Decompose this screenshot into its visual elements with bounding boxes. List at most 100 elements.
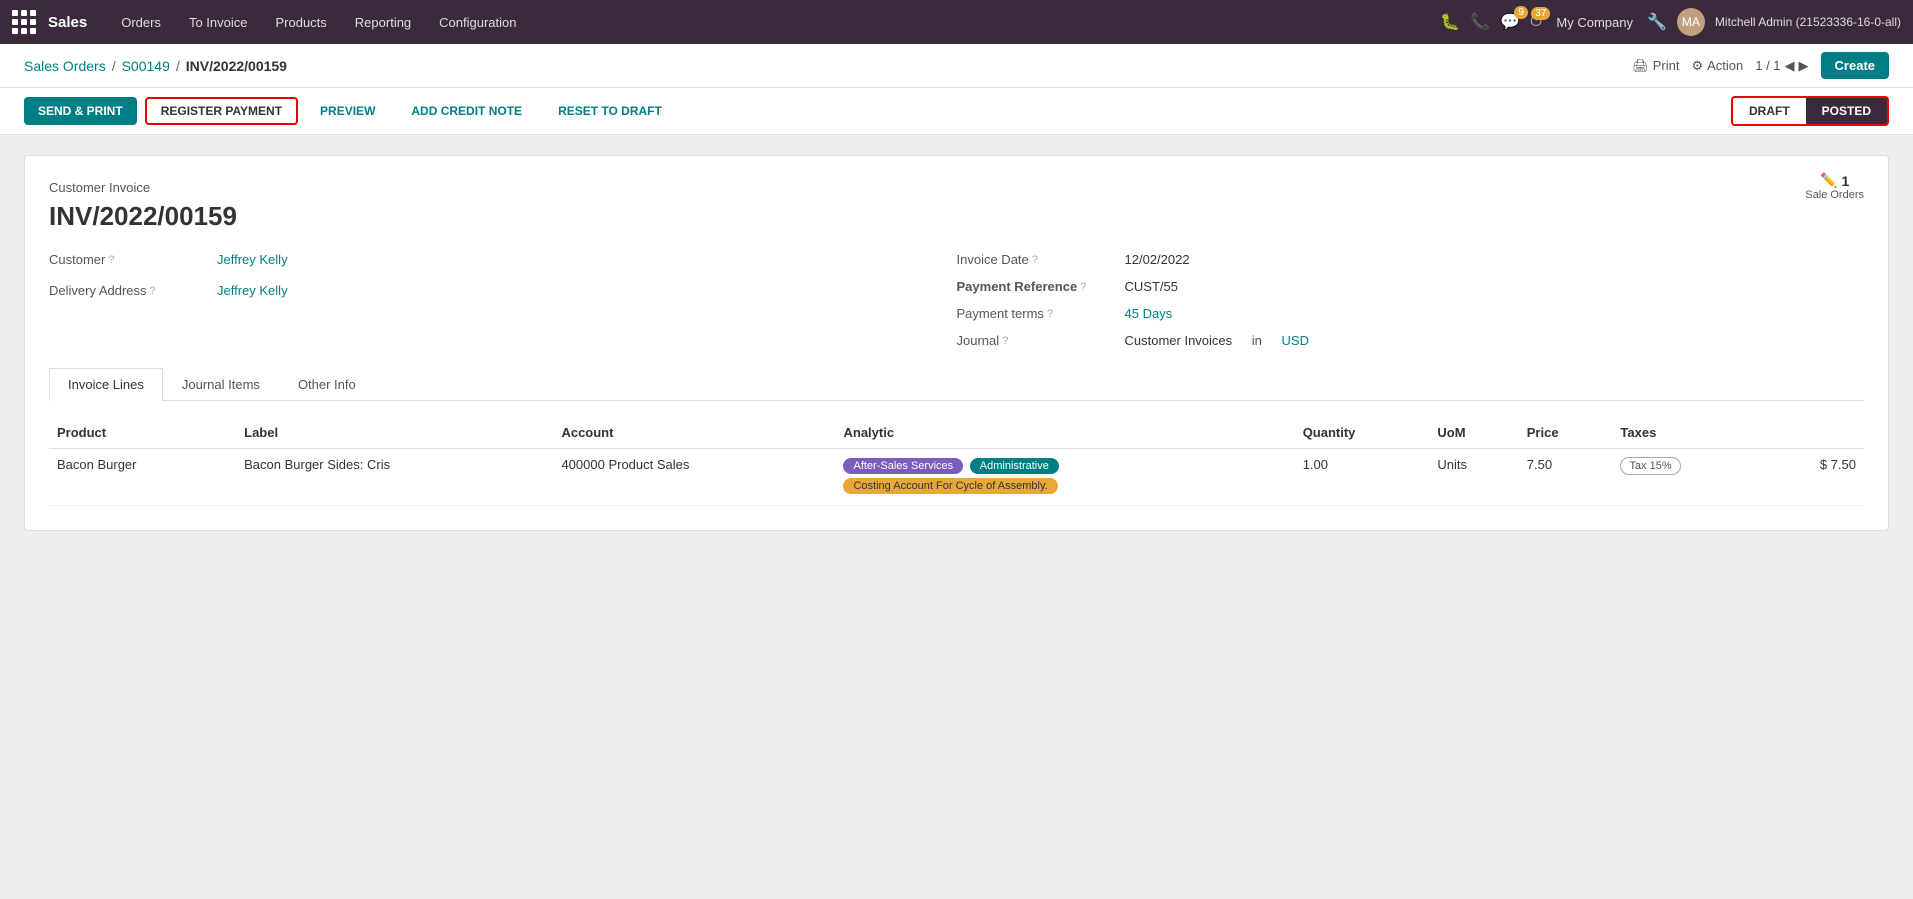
- action-button[interactable]: ⚙ Action: [1691, 58, 1743, 74]
- journal-label: Journal ?: [957, 333, 1117, 348]
- nav-reporting[interactable]: Reporting: [343, 0, 423, 44]
- col-product: Product: [49, 417, 236, 449]
- edit-icon: ✏️: [1820, 172, 1837, 189]
- nav-to-invoice[interactable]: To Invoice: [177, 0, 260, 44]
- breadcrumb-current: INV/2022/00159: [186, 58, 287, 74]
- sale-orders-badge[interactable]: ✏️ 1 Sale Orders: [1805, 172, 1864, 201]
- print-button[interactable]: 🖨 Print: [1632, 58, 1679, 74]
- action-bar: SEND & PRINT REGISTER PAYMENT PREVIEW AD…: [0, 88, 1913, 135]
- invoice-date-value: 12/02/2022: [1125, 252, 1190, 267]
- nav-configuration[interactable]: Configuration: [427, 0, 528, 44]
- prev-icon[interactable]: ◀: [1785, 58, 1795, 74]
- tab-other-info[interactable]: Other Info: [279, 368, 375, 400]
- status-bar: DRAFT POSTED: [1731, 96, 1889, 126]
- chat-icon[interactable]: 💬9: [1500, 12, 1520, 32]
- payment-reference-value: CUST/55: [1125, 279, 1178, 294]
- create-button[interactable]: Create: [1821, 52, 1889, 79]
- preview-button[interactable]: PREVIEW: [306, 97, 389, 125]
- row-label: Bacon Burger Sides: Cris: [236, 449, 553, 506]
- nav-orders[interactable]: Orders: [109, 0, 173, 44]
- journal-value: Customer Invoices: [1125, 333, 1233, 348]
- breadcrumb-s00149[interactable]: S00149: [122, 58, 170, 74]
- invoice-form: Customer ? Jeffrey Kelly Delivery Addres…: [49, 252, 1864, 348]
- analytic-tag-after-sales[interactable]: After-Sales Services: [843, 458, 963, 474]
- row-product: Bacon Burger: [49, 449, 236, 506]
- invoice-lines-table: Product Label Account Analytic Quantity …: [49, 417, 1864, 506]
- gear-icon: ⚙: [1691, 58, 1703, 74]
- payment-terms-label: Payment terms ?: [957, 306, 1117, 321]
- tab-invoice-lines[interactable]: Invoice Lines: [49, 368, 163, 401]
- register-payment-button[interactable]: REGISTER PAYMENT: [145, 97, 298, 125]
- chat-badge: 9: [1514, 6, 1528, 19]
- payment-ref-help[interactable]: ?: [1080, 281, 1086, 293]
- page-header-right: 🖨 Print ⚙ Action 1 / 1 ◀ ▶ Create: [1632, 52, 1889, 79]
- col-subtotal: [1762, 417, 1864, 449]
- journal-row: Journal ? Customer Invoices in USD: [957, 333, 1865, 348]
- customer-value[interactable]: Jeffrey Kelly: [217, 252, 288, 267]
- breadcrumb: Sales Orders / S00149 / INV/2022/00159: [24, 58, 1632, 74]
- sale-orders-label: Sale Orders: [1805, 189, 1864, 201]
- pagination-value: 1 / 1: [1755, 58, 1780, 73]
- page-header: Sales Orders / S00149 / INV/2022/00159 🖨…: [0, 44, 1913, 88]
- customer-help-icon[interactable]: ?: [108, 254, 114, 266]
- tab-journal-items[interactable]: Journal Items: [163, 368, 279, 400]
- timer-icon[interactable]: ⏱37: [1530, 13, 1542, 31]
- status-draft-button[interactable]: DRAFT: [1733, 98, 1806, 124]
- action-label: Action: [1707, 58, 1743, 73]
- reset-to-draft-button[interactable]: RESET TO DRAFT: [544, 97, 676, 125]
- journal-in: in: [1252, 333, 1262, 348]
- invoice-card: ✏️ 1 Sale Orders Customer Invoice INV/20…: [24, 155, 1889, 531]
- row-quantity: 1.00: [1295, 449, 1430, 506]
- top-navigation: Sales Orders To Invoice Products Reporti…: [0, 0, 1913, 44]
- print-icon: 🖨: [1632, 58, 1649, 74]
- row-analytic: After-Sales Services Administrative Cost…: [835, 449, 1294, 506]
- invoice-date-label: Invoice Date ?: [957, 252, 1117, 267]
- user-avatar[interactable]: MA: [1677, 8, 1705, 36]
- status-bar-container: DRAFT POSTED: [1731, 96, 1889, 126]
- timer-badge: 37: [1531, 7, 1550, 20]
- form-right: Invoice Date ? 12/02/2022 Payment Refere…: [957, 252, 1865, 348]
- form-left: Customer ? Jeffrey Kelly Delivery Addres…: [49, 252, 957, 348]
- row-subtotal: $ 7.50: [1762, 449, 1864, 506]
- analytic-tag-costing[interactable]: Costing Account For Cycle of Assembly.: [843, 478, 1057, 494]
- col-account: Account: [553, 417, 835, 449]
- invoice-date-help[interactable]: ?: [1032, 254, 1038, 266]
- breadcrumb-sep-2: /: [176, 58, 180, 74]
- bug-icon[interactable]: 🐛: [1440, 12, 1460, 32]
- delivery-help-icon[interactable]: ?: [150, 285, 156, 297]
- payment-terms-help[interactable]: ?: [1047, 308, 1053, 320]
- status-posted-button[interactable]: POSTED: [1806, 98, 1887, 124]
- send-print-button[interactable]: SEND & PRINT: [24, 97, 137, 125]
- journal-currency[interactable]: USD: [1282, 333, 1309, 348]
- row-account: 400000 Product Sales: [553, 449, 835, 506]
- row-tax: Tax 15%: [1612, 449, 1761, 506]
- payment-reference-row: Payment Reference ? CUST/55: [957, 279, 1865, 294]
- user-name: Mitchell Admin (21523336-16-0-all): [1715, 15, 1901, 29]
- tax-badge[interactable]: Tax 15%: [1620, 457, 1680, 475]
- delivery-address-field-row: Delivery Address ? Jeffrey Kelly: [49, 283, 957, 298]
- col-uom: UoM: [1429, 417, 1518, 449]
- breadcrumb-sales-orders[interactable]: Sales Orders: [24, 58, 106, 74]
- next-icon[interactable]: ▶: [1799, 58, 1809, 74]
- delivery-address-label: Delivery Address ?: [49, 283, 209, 298]
- invoice-lines-table-wrap: Product Label Account Analytic Quantity …: [49, 417, 1864, 506]
- payment-reference-label: Payment Reference ?: [957, 279, 1117, 294]
- customer-field-row: Customer ? Jeffrey Kelly: [49, 252, 957, 267]
- add-credit-note-button[interactable]: ADD CREDIT NOTE: [397, 97, 536, 125]
- wrench-icon[interactable]: 🔧: [1647, 12, 1667, 32]
- journal-help[interactable]: ?: [1002, 335, 1008, 347]
- breadcrumb-sep-1: /: [112, 58, 116, 74]
- phone-icon[interactable]: 📞: [1470, 12, 1490, 32]
- app-grid-icon[interactable]: [12, 10, 36, 34]
- payment-terms-value[interactable]: 45 Days: [1125, 306, 1173, 321]
- analytic-tag-administrative[interactable]: Administrative: [970, 458, 1059, 474]
- pagination: 1 / 1 ◀ ▶: [1755, 58, 1808, 74]
- col-analytic: Analytic: [835, 417, 1294, 449]
- app-brand[interactable]: Sales: [48, 14, 87, 31]
- col-quantity: Quantity: [1295, 417, 1430, 449]
- table-header-row: Product Label Account Analytic Quantity …: [49, 417, 1864, 449]
- nav-products[interactable]: Products: [263, 0, 338, 44]
- col-price: Price: [1519, 417, 1613, 449]
- delivery-address-value[interactable]: Jeffrey Kelly: [217, 283, 288, 298]
- col-taxes: Taxes: [1612, 417, 1761, 449]
